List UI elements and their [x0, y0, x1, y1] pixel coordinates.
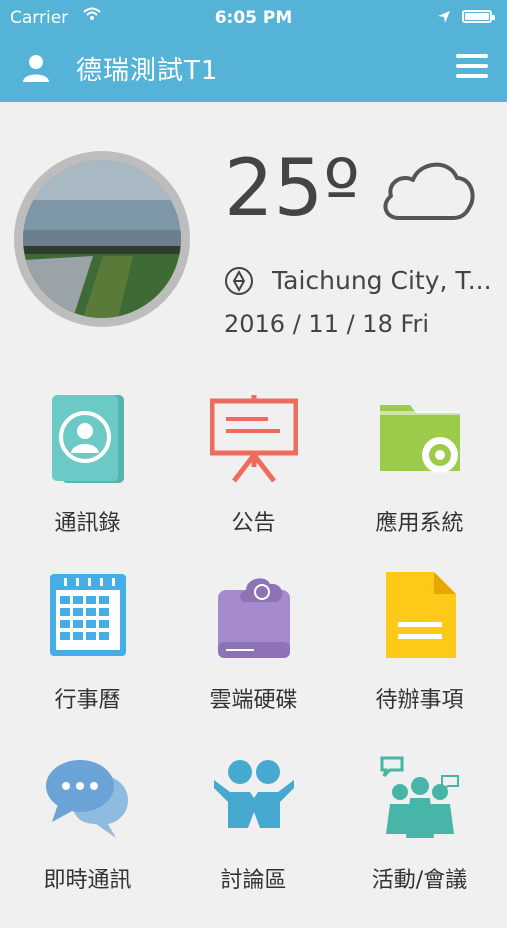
- app-tile-cloud-drive[interactable]: 雲端硬碟: [169, 572, 338, 748]
- app-tile-todo[interactable]: 待辦事項: [335, 572, 504, 748]
- profile-photo: [14, 151, 190, 327]
- chat-bubbles-icon: [44, 752, 132, 840]
- app-tile-discussion[interactable]: 討論區: [169, 752, 338, 928]
- group-meeting-icon: [376, 752, 464, 840]
- location-arrow-icon: [437, 9, 451, 29]
- app-label: 即時通訊: [43, 868, 132, 893]
- compass-icon: [224, 266, 254, 302]
- app-label: 討論區: [220, 868, 287, 893]
- app-tile-instant-messaging[interactable]: 即時通訊: [3, 752, 172, 928]
- status-time: 6:05 PM: [214, 8, 293, 28]
- location-label: Taichung City, T...: [272, 266, 492, 295]
- app-label: 公告: [231, 511, 276, 536]
- app-tile-contacts[interactable]: 通訊錄: [3, 395, 172, 571]
- presentation-board-icon: [209, 395, 299, 483]
- hamburger-menu-icon[interactable]: [456, 54, 488, 82]
- user-profile-icon[interactable]: [20, 52, 52, 84]
- cloud-icon: [379, 152, 477, 228]
- people-discussion-icon: [210, 752, 298, 840]
- app-label: 通訊錄: [54, 511, 121, 536]
- document-icon: [376, 572, 464, 660]
- app-tile-calendar[interactable]: 行事曆: [3, 572, 172, 748]
- app-label: 雲端硬碟: [209, 688, 298, 713]
- temperature: 25º: [224, 144, 361, 234]
- date-label: 2016 / 11 / 18 Fri: [224, 310, 430, 338]
- status-bar: Carrier 6:05 PM: [0, 0, 507, 34]
- page-title: 德瑞測試T1: [76, 56, 219, 86]
- app-label: 應用系統: [375, 511, 464, 536]
- app-tile-events-meetings[interactable]: 活動/會議: [335, 752, 504, 928]
- app-label: 待辦事項: [375, 688, 464, 713]
- nav-bar: 德瑞測試T1: [0, 34, 507, 102]
- app-label: 活動/會議: [371, 868, 468, 893]
- cloud-drive-icon: [210, 572, 298, 660]
- app-label: 行事曆: [54, 688, 121, 713]
- battery-icon: [462, 10, 495, 23]
- gear-folder-icon: [376, 395, 464, 483]
- app-tile-announcements[interactable]: 公告: [169, 395, 338, 571]
- app-tile-applications[interactable]: 應用系統: [335, 395, 504, 571]
- contacts-book-icon: [44, 395, 132, 483]
- calendar-icon: [44, 572, 132, 660]
